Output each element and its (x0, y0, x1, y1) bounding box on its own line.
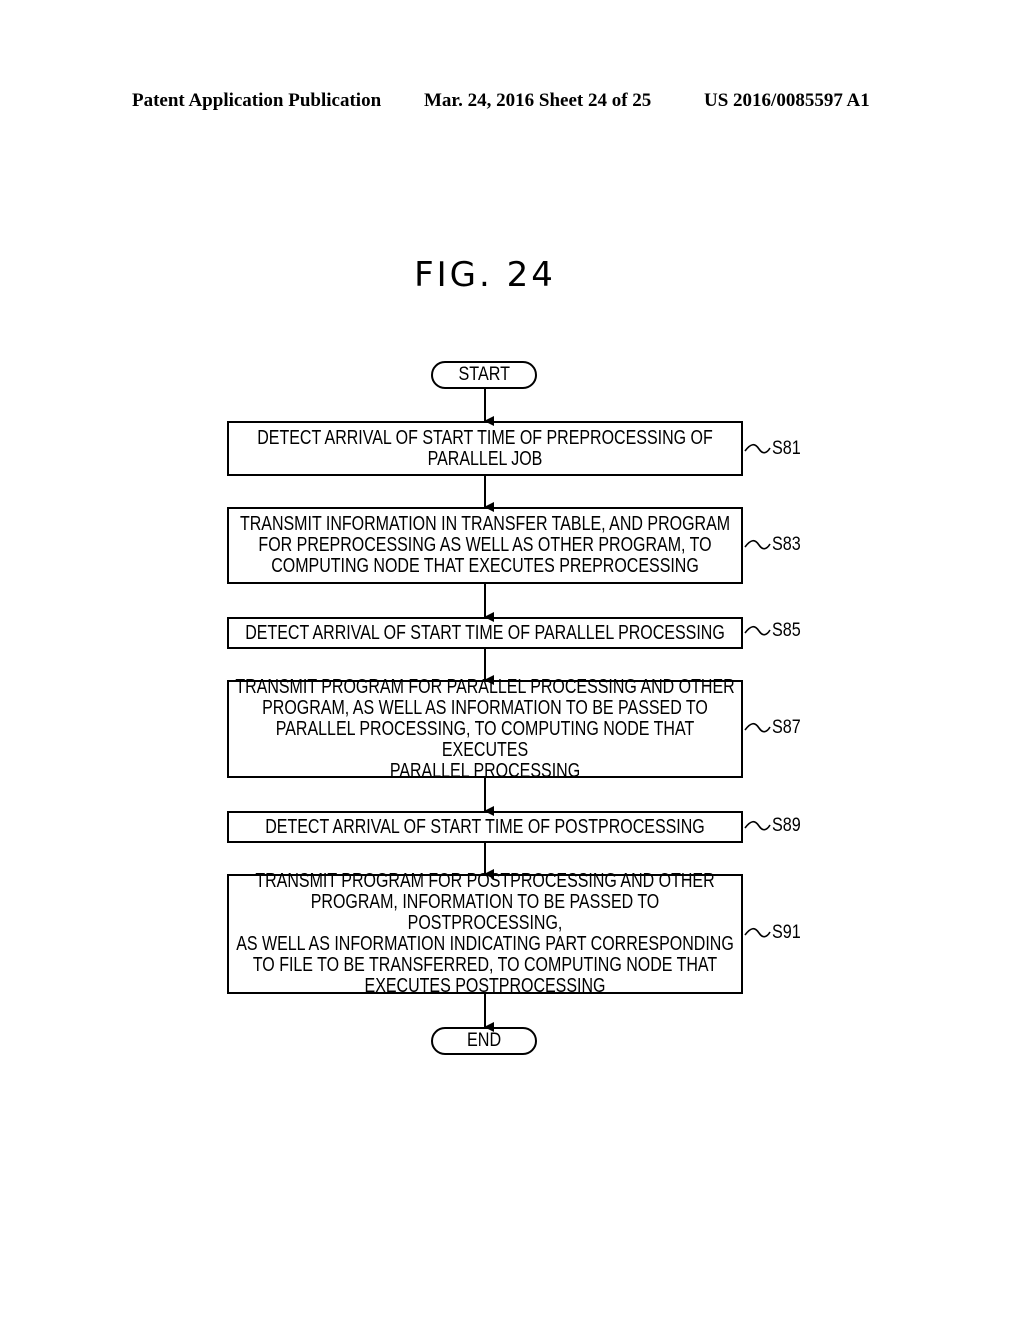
flow-arrows (484, 389, 494, 1032)
step-ref-s83: S83 (743, 534, 806, 556)
step-id-s85: S85 (772, 620, 801, 641)
step-ref-s87: S87 (743, 717, 806, 739)
step-box-s81: DETECT ARRIVAL OF START TIME OF PREPROCE… (227, 421, 743, 476)
start-label: START (458, 364, 510, 385)
step-text-s85: DETECT ARRIVAL OF START TIME OF PARALLEL… (245, 621, 725, 644)
start-terminal: START (431, 361, 537, 389)
leader-tilde-icon (744, 625, 771, 636)
leader-tilde-icon (744, 443, 771, 454)
step-text-s87: TRANSMIT PROGRAM FOR PARALLEL PROCESSING… (235, 675, 735, 782)
step-ref-s91: S91 (743, 922, 806, 944)
step-text-s83: TRANSMIT INFORMATION IN TRANSFER TABLE, … (239, 513, 731, 577)
step-box-s83: TRANSMIT INFORMATION IN TRANSFER TABLE, … (227, 507, 743, 584)
end-label: END (466, 1030, 502, 1051)
leader-tilde-icon (744, 820, 771, 831)
leader-tilde-icon (744, 722, 771, 733)
leader-tilde-icon (744, 927, 771, 938)
step-box-s89: DETECT ARRIVAL OF START TIME OF POSTPROC… (227, 811, 743, 843)
leader-tilde-icon (744, 539, 771, 550)
step-box-s85: DETECT ARRIVAL OF START TIME OF PARALLEL… (227, 617, 743, 649)
step-box-s91: TRANSMIT PROGRAM FOR POSTPROCESSING AND … (227, 870, 743, 997)
step-text-s81: DETECT ARRIVAL OF START TIME OF PREPROCE… (257, 426, 713, 470)
step-id-s87: S87 (772, 717, 801, 738)
step-id-s89: S89 (772, 815, 801, 836)
end-terminal: END (431, 1027, 537, 1055)
step-ref-s85: S85 (743, 620, 806, 642)
step-ref-s81: S81 (743, 438, 806, 460)
step-text-s91: TRANSMIT PROGRAM FOR POSTPROCESSING AND … (236, 870, 734, 997)
step-box-s87: TRANSMIT PROGRAM FOR PARALLEL PROCESSING… (227, 676, 743, 781)
step-text-s89: DETECT ARRIVAL OF START TIME OF POSTPROC… (265, 815, 705, 838)
step-id-s83: S83 (772, 534, 801, 555)
step-ref-s89: S89 (743, 815, 806, 837)
step-id-s91: S91 (772, 922, 801, 943)
step-id-s81: S81 (772, 438, 801, 459)
